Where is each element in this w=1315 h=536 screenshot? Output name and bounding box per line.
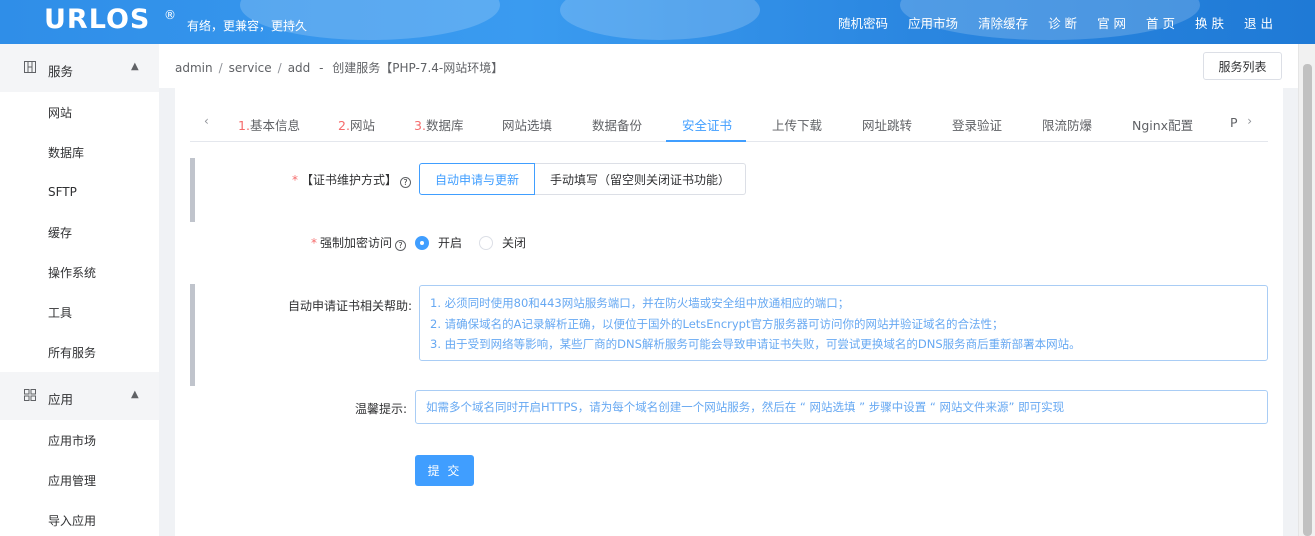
sidebar-item-sftp[interactable]: SFTP bbox=[0, 172, 159, 212]
tab-login-auth[interactable]: 登录验证 bbox=[952, 115, 1002, 134]
tab-database[interactable]: 3.数据库 bbox=[414, 115, 463, 134]
cert-mode-label: * 【证书维护方式】? bbox=[292, 171, 411, 188]
nav-diagnose[interactable]: 诊 断 bbox=[1048, 13, 1077, 32]
cert-mode-auto-option[interactable]: 自动申请与更新 bbox=[419, 163, 536, 195]
cert-mode-manual-option[interactable]: 手动填写（留空则关闭证书功能） bbox=[535, 163, 747, 195]
breadcrumb-add: add bbox=[287, 61, 311, 75]
sidebar-item-os[interactable]: 操作系统 bbox=[0, 252, 159, 292]
tab-rate-limit[interactable]: 限流防爆 bbox=[1042, 115, 1092, 134]
chevron-right-icon[interactable]: › bbox=[1247, 114, 1252, 128]
tab-website-optional[interactable]: 网站选填 bbox=[502, 115, 552, 134]
nav-random-password[interactable]: 随机密码 bbox=[838, 13, 888, 32]
required-mark: * bbox=[291, 173, 298, 187]
force-https-label: * 强制加密访问? bbox=[311, 234, 406, 251]
tip-input[interactable]: 如需多个域名同时开启HTTPS，请为每个域名创建一个网站服务，然后在 “ 网站选… bbox=[415, 390, 1268, 424]
help-line: 1. 必须同时使用80和443网站服务端口，并在防火墙或安全组中放通相应的端口； bbox=[430, 296, 850, 310]
chevron-up-icon: ▲ bbox=[131, 389, 139, 400]
tab-data-backup[interactable]: 数据备份 bbox=[592, 115, 642, 134]
tab-upload-download[interactable]: 上传下载 bbox=[772, 115, 822, 134]
help-textarea[interactable]: 1. 必须同时使用80和443网站服务端口，并在防火墙或安全组中放通相应的端口；… bbox=[419, 285, 1268, 361]
tab-website[interactable]: 2.网站 bbox=[338, 115, 375, 134]
submit-button[interactable]: 提 交 bbox=[415, 455, 474, 486]
sidebar-group-apps[interactable]: 应用 ▲ bbox=[0, 372, 159, 420]
scrollbar-thumb[interactable] bbox=[1303, 64, 1312, 536]
help-line: 2. 请确保域名的A记录解析正确，以便位于国外的LetsEncrypt官方服务器… bbox=[430, 316, 1004, 331]
sidebar: 服务 ▲ 网站 数据库 SFTP 缓存 操作系统 工具 所有服务 应用 ▲ 应用… bbox=[0, 44, 159, 536]
section-indicator-bar bbox=[190, 284, 195, 386]
page-scrollbar[interactable] bbox=[1298, 44, 1315, 536]
force-https-on-radio[interactable]: 开启 bbox=[415, 234, 462, 251]
section-indicator-bar bbox=[190, 158, 195, 222]
breadcrumb-admin[interactable]: admin bbox=[175, 61, 213, 75]
sidebar-item-tools[interactable]: 工具 bbox=[0, 292, 159, 332]
question-icon[interactable]: ? bbox=[400, 177, 411, 188]
breadcrumb-bar: admin / service / add - 创建服务【PHP-7.4-网站环境】 服… bbox=[159, 44, 1298, 88]
breadcrumb-separator: / bbox=[277, 61, 282, 75]
logo-registered-mark: ® bbox=[164, 8, 176, 22]
main-card: ‹ 1.基本信息 2.网站 3.数据库 网站选填 数据备份 安全证书 上传下载 … bbox=[175, 88, 1283, 536]
active-tab-indicator bbox=[666, 140, 746, 142]
help-label: 自动申请证书相关帮助: bbox=[287, 299, 412, 313]
sidebar-item-website[interactable]: 网站 bbox=[0, 92, 159, 132]
sidebar-item-app-market[interactable]: 应用市场 bbox=[0, 420, 159, 460]
grid-icon bbox=[24, 61, 36, 73]
radio-dot bbox=[415, 235, 429, 250]
sidebar-item-import-app[interactable]: 导入应用 bbox=[0, 500, 159, 536]
breadcrumb-dash: - bbox=[319, 61, 324, 75]
sidebar-item-app-manage[interactable]: 应用管理 bbox=[0, 460, 159, 500]
required-mark: * bbox=[310, 236, 317, 250]
radio-dot bbox=[479, 235, 493, 250]
top-header: URLOS ® 有络，更兼容，更持久 随机密码 应用市场 清除缓存 诊 断 官 … bbox=[0, 0, 1315, 44]
sidebar-group-services[interactable]: 服务 ▲ bbox=[0, 44, 159, 92]
tab-nginx-config[interactable]: Nginx配置 bbox=[1132, 115, 1193, 134]
nav-app-market[interactable]: 应用市场 bbox=[908, 13, 958, 32]
apps-icon bbox=[24, 389, 36, 401]
sidebar-item-cache[interactable]: 缓存 bbox=[0, 212, 159, 252]
chevron-up-icon: ▲ bbox=[131, 61, 139, 72]
nav-home[interactable]: 首 页 bbox=[1146, 13, 1175, 32]
question-icon[interactable]: ? bbox=[395, 240, 406, 251]
chevron-left-icon[interactable]: ‹ bbox=[204, 114, 209, 128]
tab-url-redirect[interactable]: 网址跳转 bbox=[862, 115, 912, 134]
sidebar-group-label: 应用 bbox=[48, 392, 74, 407]
breadcrumb-service[interactable]: service bbox=[229, 61, 272, 75]
top-nav: 随机密码 应用市场 清除缓存 诊 断 官 网 首 页 换 肤 退 出 bbox=[818, 0, 1273, 44]
nav-logout[interactable]: 退 出 bbox=[1244, 13, 1273, 32]
service-list-button[interactable]: 服务列表 bbox=[1203, 52, 1282, 80]
help-line: 3. 由于受到网络等影响，某些厂商的DNS解析服务可能会导致申请证书失败，可尝试… bbox=[430, 337, 1081, 351]
header-cloud-decoration bbox=[560, 0, 760, 40]
tab-overflow[interactable]: P bbox=[1230, 115, 1238, 130]
nav-clear-cache[interactable]: 清除缓存 bbox=[978, 13, 1028, 32]
tab-ssl-certificate[interactable]: 安全证书 bbox=[682, 115, 732, 134]
nav-official-site[interactable]: 官 网 bbox=[1097, 13, 1126, 32]
slogan: 有络，更兼容，更持久 bbox=[187, 19, 308, 33]
tip-label: 温馨提示: bbox=[354, 402, 407, 416]
force-https-off-radio[interactable]: 关闭 bbox=[479, 234, 526, 251]
logo[interactable]: URLOS bbox=[44, 4, 150, 35]
breadcrumb: admin / service / add - 创建服务【PHP-7.4-网站环境】 bbox=[175, 59, 503, 76]
cert-mode-selector: 自动申请与更新 手动填写（留空则关闭证书功能） bbox=[419, 163, 747, 195]
tab-bar: ‹ 1.基本信息 2.网站 3.数据库 网站选填 数据备份 安全证书 上传下载 … bbox=[190, 102, 1268, 142]
sidebar-item-database[interactable]: 数据库 bbox=[0, 132, 159, 172]
nav-change-skin[interactable]: 换 肤 bbox=[1195, 13, 1224, 32]
page-title: 创建服务【PHP-7.4-网站环境】 bbox=[332, 61, 504, 75]
breadcrumb-separator: / bbox=[218, 61, 223, 75]
tab-basic-info[interactable]: 1.基本信息 bbox=[238, 115, 300, 134]
sidebar-item-all-services[interactable]: 所有服务 bbox=[0, 332, 159, 372]
sidebar-group-label: 服务 bbox=[48, 64, 74, 79]
